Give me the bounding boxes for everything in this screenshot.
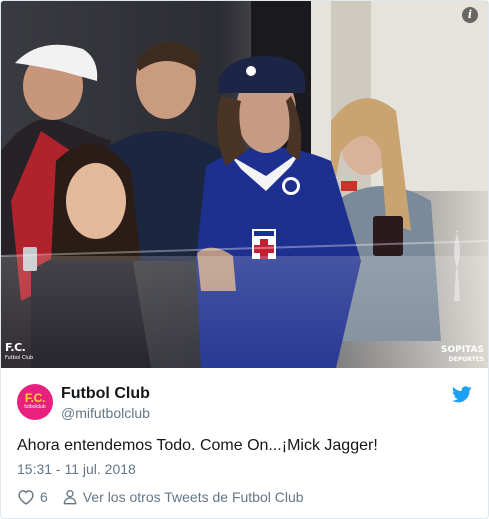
avatar-logo-text: F.C. (24, 391, 46, 405)
like-button[interactable]: 6 (17, 489, 48, 505)
info-icon[interactable]: i (462, 7, 478, 23)
tweet-text: Ahora entendemos Todo. Come On...¡Mick J… (17, 437, 378, 454)
tweet-body: F.C. futbolclub Futbol Club @mifutbolclu… (1, 368, 488, 518)
author-handle[interactable]: @mifutbolclub (61, 404, 150, 422)
tweet-photo[interactable]: i F.C. Futbol Club SOPITAS DEPORTES (1, 1, 488, 368)
watermark-futbol-club: F.C. Futbol Club (5, 342, 33, 364)
twitter-bird-icon[interactable] (452, 386, 472, 403)
author-display-name[interactable]: Futbol Club (61, 384, 150, 404)
avatar-logo-subtext: futbolclub (24, 404, 46, 410)
person-icon (63, 490, 77, 505)
more-tweets-label: Ver los otros Tweets de Futbol Club (82, 489, 304, 505)
watermark-left-subtext: Futbol Club (5, 355, 34, 361)
more-tweets-link[interactable]: Ver los otros Tweets de Futbol Club (62, 489, 304, 505)
avatar[interactable]: F.C. futbolclub (17, 384, 53, 420)
tweet-actions: 6 Ver los otros Tweets de Futbol Club (17, 488, 304, 506)
like-count: 6 (40, 489, 48, 505)
watermark-right-subtext: DEPORTES (448, 356, 484, 363)
stadium-crowd-photo (1, 1, 488, 368)
heart-icon (18, 490, 34, 505)
watermark-sopitas: SOPITAS DEPORTES (441, 346, 484, 364)
watermark-right-text: SOPITAS (441, 345, 484, 355)
tweet-timestamp[interactable]: 15:31 - 11 jul. 2018 (17, 460, 136, 478)
embedded-tweet-card: i F.C. Futbol Club SOPITAS DEPORTES F.C.… (0, 0, 489, 519)
